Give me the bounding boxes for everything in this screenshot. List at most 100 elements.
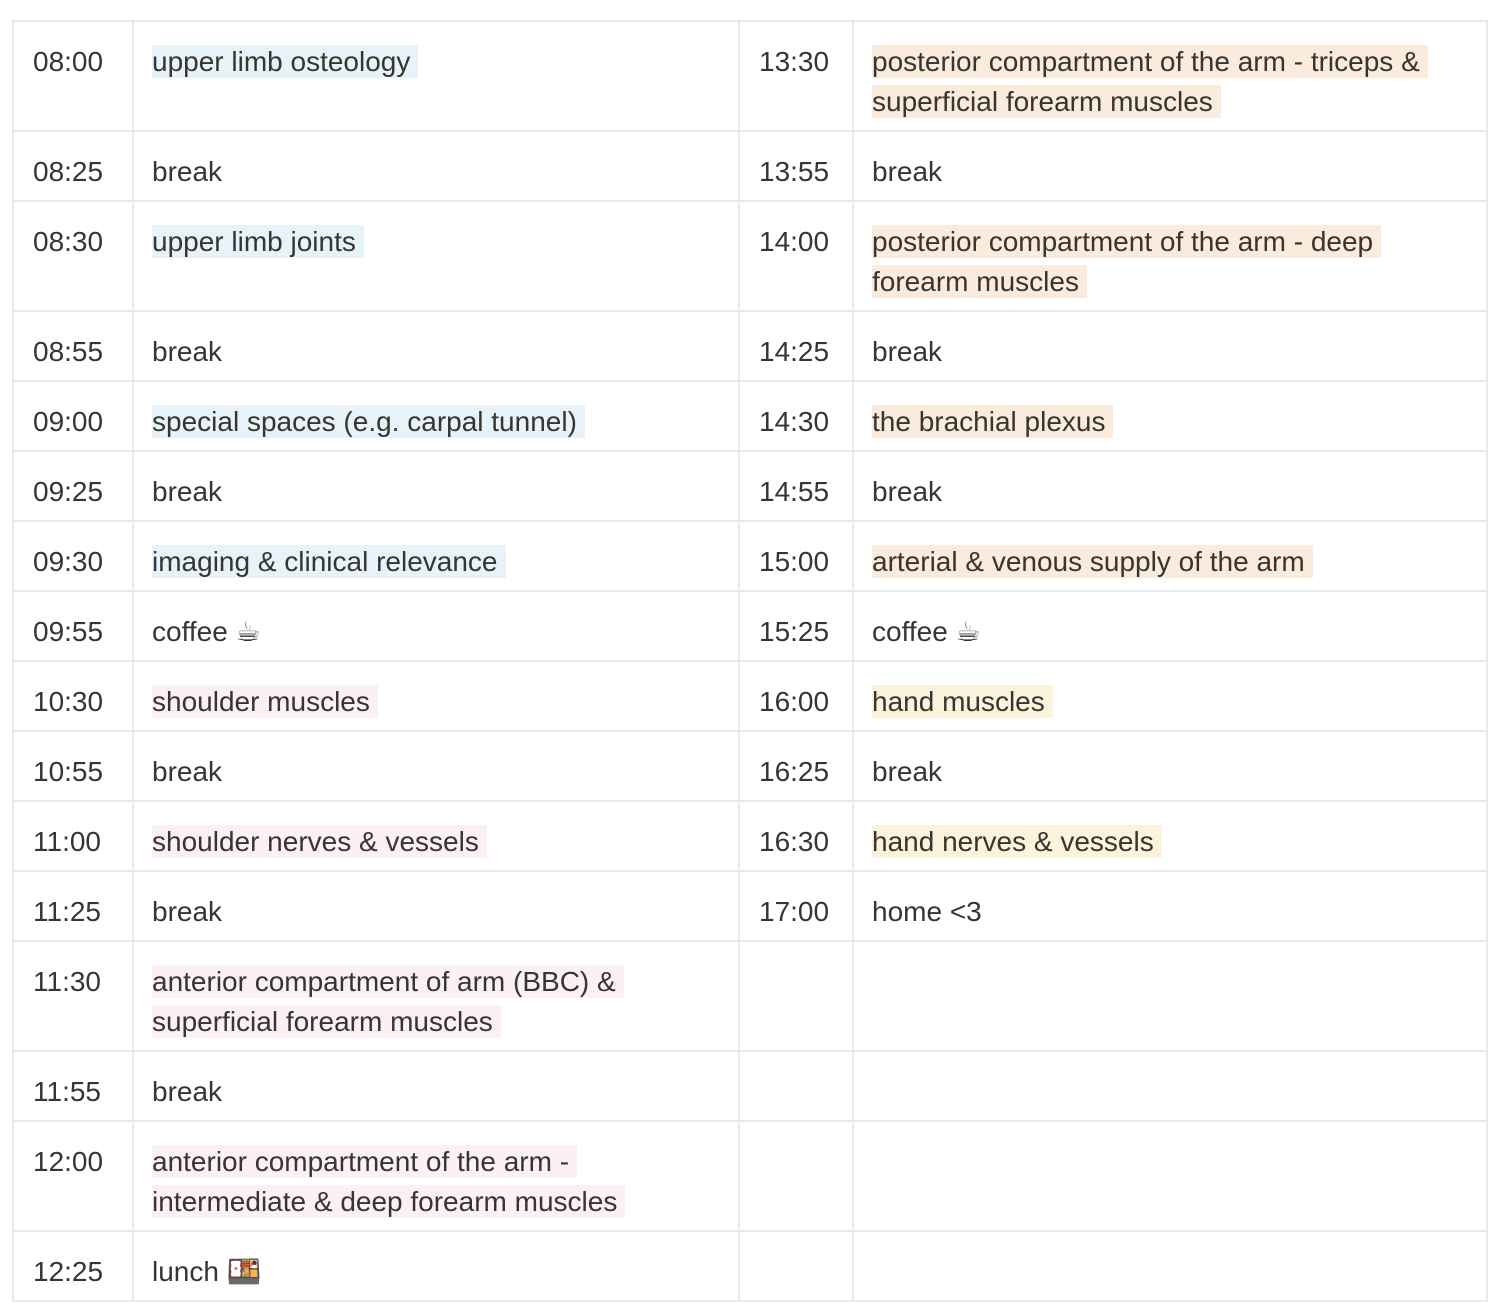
right-time-cell[interactable]: 13:30 bbox=[738, 20, 854, 132]
left-time: 08:55 bbox=[33, 336, 104, 367]
right-time-cell[interactable]: 13:55 bbox=[738, 130, 854, 202]
right-time-cell[interactable] bbox=[738, 1120, 854, 1232]
left-event-cell[interactable]: special spaces (e.g. carpal tunnel) bbox=[132, 380, 740, 452]
right-event-text bbox=[872, 1255, 880, 1288]
right-event-text: break bbox=[872, 336, 943, 367]
left-time-cell[interactable]: 09:25 bbox=[12, 450, 134, 522]
left-event-cell[interactable]: upper limb osteology bbox=[132, 20, 740, 132]
schedule-row: 11:00 shoulder nerves & vessels 16:30 hand … bbox=[12, 800, 1488, 872]
schedule-row: 08:30 upper limb joints 14:00 posterior com… bbox=[12, 200, 1488, 312]
left-event-text: break bbox=[152, 336, 223, 367]
left-event-cell[interactable]: break bbox=[132, 130, 740, 202]
schedule-row: 09:00 special spaces (e.g. carpal tunnel)… bbox=[12, 380, 1488, 452]
right-time-cell[interactable]: 14:25 bbox=[738, 310, 854, 382]
left-time-cell[interactable]: 09:30 bbox=[12, 520, 134, 592]
left-event-cell[interactable]: break bbox=[132, 730, 740, 802]
left-time-cell[interactable]: 09:00 bbox=[12, 380, 134, 452]
right-event-cell[interactable] bbox=[852, 940, 1488, 1052]
right-event-cell[interactable]: arterial & venous supply of the arm bbox=[852, 520, 1488, 592]
left-event-cell[interactable]: break bbox=[132, 450, 740, 522]
left-time-cell[interactable]: 12:25 bbox=[12, 1230, 134, 1302]
schedule-row: 12:25 lunch 🍱 bbox=[12, 1230, 1488, 1302]
right-event-cell[interactable] bbox=[852, 1120, 1488, 1232]
right-time: 14:25 bbox=[759, 336, 830, 367]
left-time-cell[interactable]: 09:55 bbox=[12, 590, 134, 662]
right-event-cell[interactable]: break bbox=[852, 450, 1488, 522]
left-event-cell[interactable]: upper limb joints bbox=[132, 200, 740, 312]
right-event-text: hand muscles bbox=[872, 685, 1053, 718]
right-event-cell[interactable]: hand nerves & vessels bbox=[852, 800, 1488, 872]
left-time-cell[interactable]: 08:55 bbox=[12, 310, 134, 382]
left-time-cell[interactable]: 10:55 bbox=[12, 730, 134, 802]
left-event-cell[interactable]: break bbox=[132, 1050, 740, 1122]
left-event-cell[interactable]: coffee ☕ bbox=[132, 590, 740, 662]
left-event-text: coffee ☕ bbox=[152, 616, 261, 647]
left-time: 09:55 bbox=[33, 616, 104, 647]
right-event-cell[interactable]: break bbox=[852, 130, 1488, 202]
left-event-cell[interactable]: shoulder muscles bbox=[132, 660, 740, 732]
left-time-cell[interactable]: 11:55 bbox=[12, 1050, 134, 1122]
right-event-cell[interactable]: the brachial plexus bbox=[852, 380, 1488, 452]
right-time-cell[interactable]: 16:30 bbox=[738, 800, 854, 872]
left-event-text: break bbox=[152, 476, 223, 507]
schedule-row: 10:55 break 16:25 break bbox=[12, 730, 1488, 802]
right-event-cell[interactable]: posterior compartment of the arm - deep … bbox=[852, 200, 1488, 312]
right-time: 15:25 bbox=[759, 616, 830, 647]
left-event-cell[interactable]: lunch 🍱 bbox=[132, 1230, 740, 1302]
left-event-cell[interactable]: imaging & clinical relevance bbox=[132, 520, 740, 592]
left-event-cell[interactable]: break bbox=[132, 870, 740, 942]
right-event-text: home <3 bbox=[872, 896, 982, 927]
right-event-cell[interactable]: hand muscles bbox=[852, 660, 1488, 732]
right-time-cell[interactable]: 16:00 bbox=[738, 660, 854, 732]
right-time-cell[interactable]: 15:25 bbox=[738, 590, 854, 662]
right-time: 13:55 bbox=[759, 156, 830, 187]
left-event-cell[interactable]: break bbox=[132, 310, 740, 382]
schedule-table: 08:00 upper limb osteology 13:30 posterior … bbox=[12, 20, 1488, 1302]
right-time-cell[interactable]: 15:00 bbox=[738, 520, 854, 592]
left-time: 11:25 bbox=[33, 896, 101, 927]
left-time-cell[interactable]: 12:00 bbox=[12, 1120, 134, 1232]
right-time: 16:00 bbox=[759, 686, 830, 717]
right-event-cell[interactable] bbox=[852, 1050, 1488, 1122]
schedule-row: 08:25 break 13:55 break bbox=[12, 130, 1488, 202]
right-time: 16:30 bbox=[759, 826, 830, 857]
left-time-cell[interactable]: 11:00 bbox=[12, 800, 134, 872]
left-time: 09:25 bbox=[33, 476, 104, 507]
left-time-cell[interactable]: 08:25 bbox=[12, 130, 134, 202]
left-time-cell[interactable]: 11:30 bbox=[12, 940, 134, 1052]
right-event-cell[interactable]: home <3 bbox=[852, 870, 1488, 942]
left-time-cell[interactable]: 10:30 bbox=[12, 660, 134, 732]
schedule-row: 11:30 anterior compartment of arm (BBC) &… bbox=[12, 940, 1488, 1052]
right-time: 14:55 bbox=[759, 476, 830, 507]
right-time-cell[interactable]: 16:25 bbox=[738, 730, 854, 802]
right-time-cell[interactable] bbox=[738, 940, 854, 1052]
left-event-text: upper limb joints bbox=[152, 225, 364, 258]
right-time-cell[interactable]: 14:30 bbox=[738, 380, 854, 452]
left-event-text: imaging & clinical relevance bbox=[152, 545, 506, 578]
right-event-cell[interactable]: break bbox=[852, 730, 1488, 802]
left-time-cell[interactable]: 08:30 bbox=[12, 200, 134, 312]
left-time: 12:00 bbox=[33, 1146, 104, 1177]
left-event-text: anterior compartment of the arm - interm… bbox=[152, 1145, 626, 1218]
left-time: 09:30 bbox=[33, 546, 104, 577]
left-event-cell[interactable]: shoulder nerves & vessels bbox=[132, 800, 740, 872]
left-time: 12:25 bbox=[33, 1256, 104, 1287]
schedule-row: 11:55 break bbox=[12, 1050, 1488, 1122]
left-event-cell[interactable]: anterior compartment of arm (BBC) & supe… bbox=[132, 940, 740, 1052]
right-time-cell[interactable]: 14:55 bbox=[738, 450, 854, 522]
left-event-text: special spaces (e.g. carpal tunnel) bbox=[152, 405, 585, 438]
left-time-cell[interactable]: 08:00 bbox=[12, 20, 134, 132]
right-time-cell[interactable]: 17:00 bbox=[738, 870, 854, 942]
left-time: 11:30 bbox=[33, 966, 101, 997]
right-event-cell[interactable]: posterior compartment of the arm - trice… bbox=[852, 20, 1488, 132]
right-event-cell[interactable]: coffee ☕ bbox=[852, 590, 1488, 662]
right-time-cell[interactable]: 14:00 bbox=[738, 200, 854, 312]
left-time: 11:55 bbox=[33, 1076, 101, 1107]
right-time-cell[interactable] bbox=[738, 1230, 854, 1302]
right-time-cell[interactable] bbox=[738, 1050, 854, 1122]
left-event-cell[interactable]: anterior compartment of the arm - interm… bbox=[132, 1120, 740, 1232]
right-event-cell[interactable]: break bbox=[852, 310, 1488, 382]
right-event-cell[interactable] bbox=[852, 1230, 1488, 1302]
left-time-cell[interactable]: 11:25 bbox=[12, 870, 134, 942]
right-event-text: break bbox=[872, 756, 943, 787]
